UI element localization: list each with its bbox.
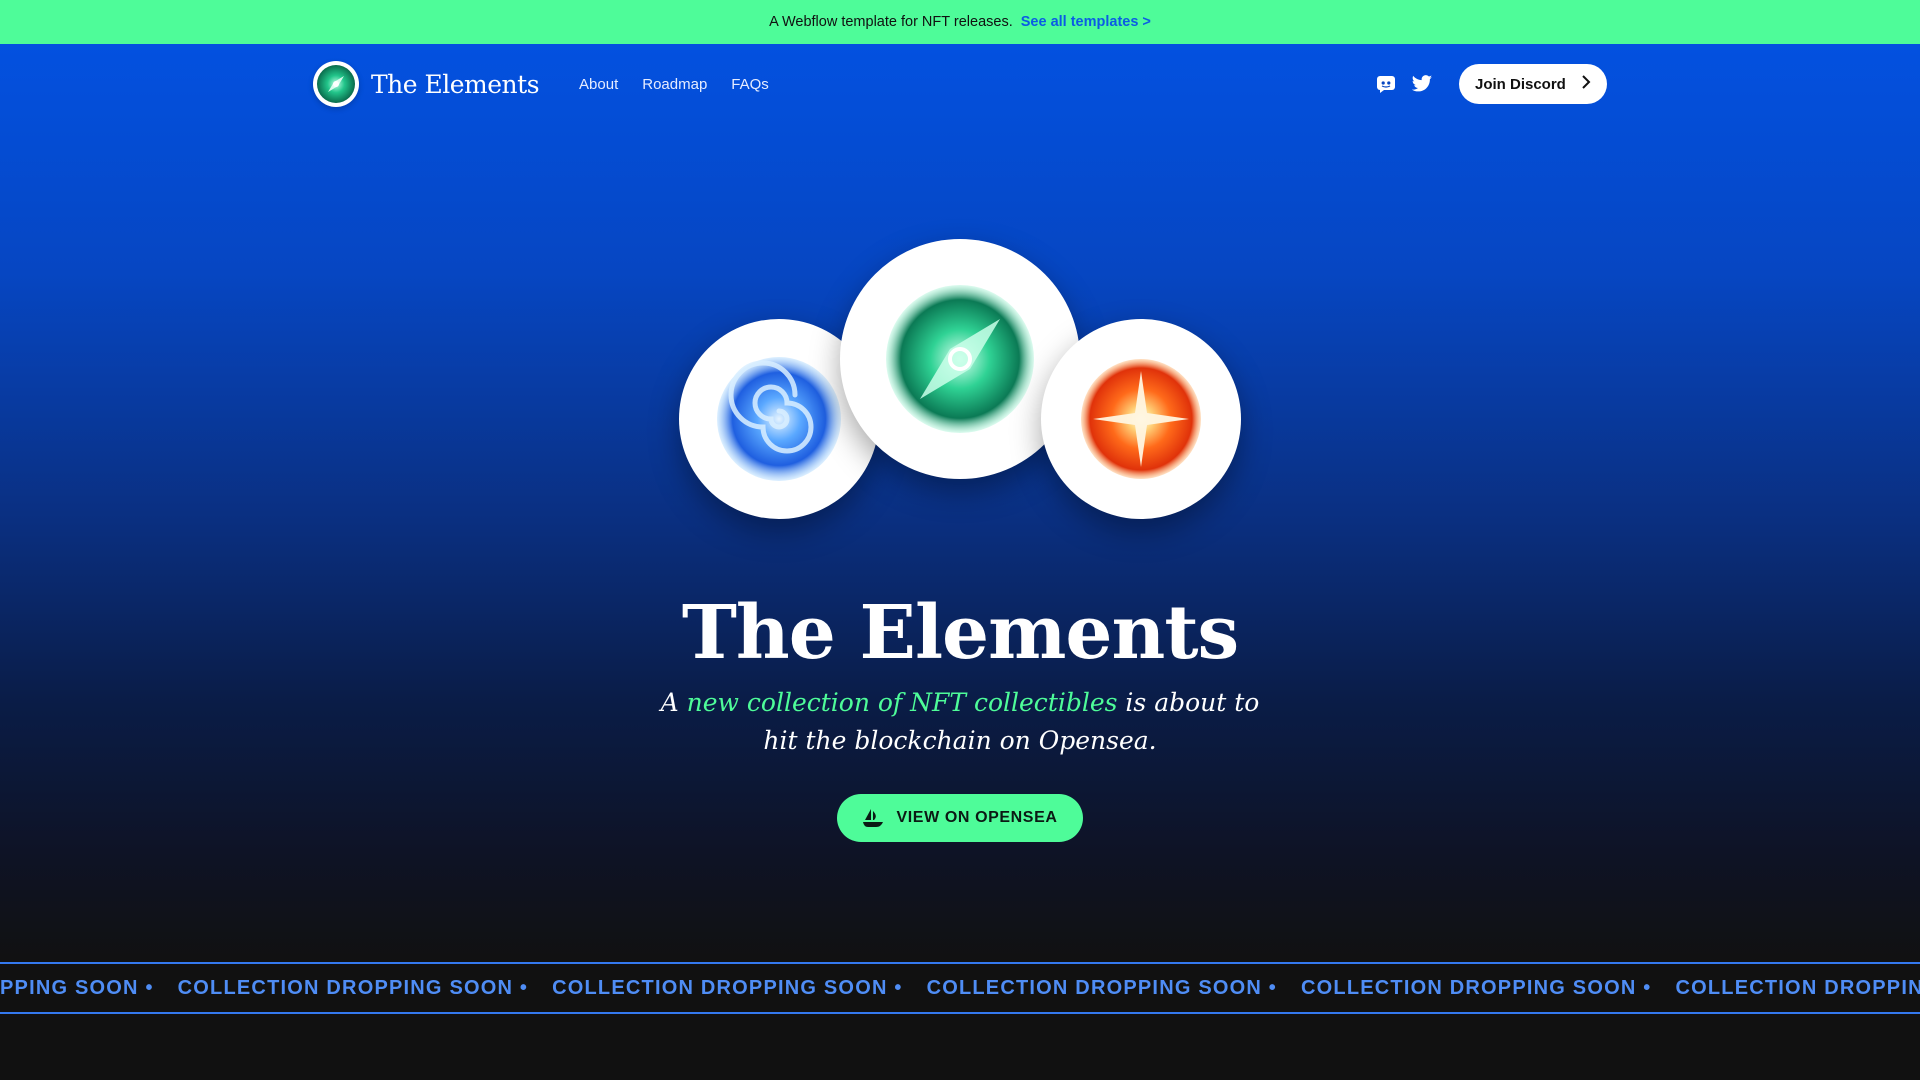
ticker-track: PPING SOON • COLLECTION DROPPING SOON • … bbox=[0, 964, 1920, 1012]
see-all-templates-link[interactable]: See all templates > bbox=[1021, 14, 1151, 30]
hero-subtitle: A new collection of NFT collectibles is … bbox=[660, 684, 1260, 760]
hero-section: The Elements About Roadmap FAQs Join Dis… bbox=[0, 44, 1920, 962]
cta-label: VIEW ON OPENSEA bbox=[896, 809, 1058, 826]
ticker-item: COLLECTION DROPPING SOON • bbox=[1675, 976, 1920, 999]
ticker-item: COLLECTION DROPPING SOON • bbox=[177, 976, 529, 999]
fire-orb-card bbox=[1041, 319, 1241, 519]
subtitle-lead: A bbox=[660, 688, 687, 717]
banner-text: A Webflow template for NFT releases. bbox=[769, 14, 1013, 30]
element-orbs bbox=[0, 44, 1920, 644]
ticker-item: COLLECTION DROPPING SOON • bbox=[926, 976, 1278, 999]
collection-ticker: PPING SOON • COLLECTION DROPPING SOON • … bbox=[0, 962, 1920, 1014]
water-orb-icon bbox=[717, 357, 841, 481]
subtitle-highlight: new collection of NFT collectibles bbox=[686, 688, 1118, 717]
ticker-item: COLLECTION DROPPING SOON • bbox=[552, 976, 903, 999]
fire-orb-icon bbox=[1081, 359, 1201, 479]
air-orb-icon bbox=[886, 285, 1034, 433]
template-banner: A Webflow template for NFT releases. See… bbox=[0, 0, 1920, 44]
ticker-item: COLLECTION DROPPING SOON • bbox=[1301, 976, 1652, 999]
ticker-item-partial: PPING SOON • bbox=[0, 976, 154, 999]
hero-title: The Elements bbox=[681, 590, 1239, 676]
view-on-opensea-button[interactable]: VIEW ON OPENSEA bbox=[837, 794, 1083, 842]
opensea-boat-icon bbox=[862, 808, 884, 828]
